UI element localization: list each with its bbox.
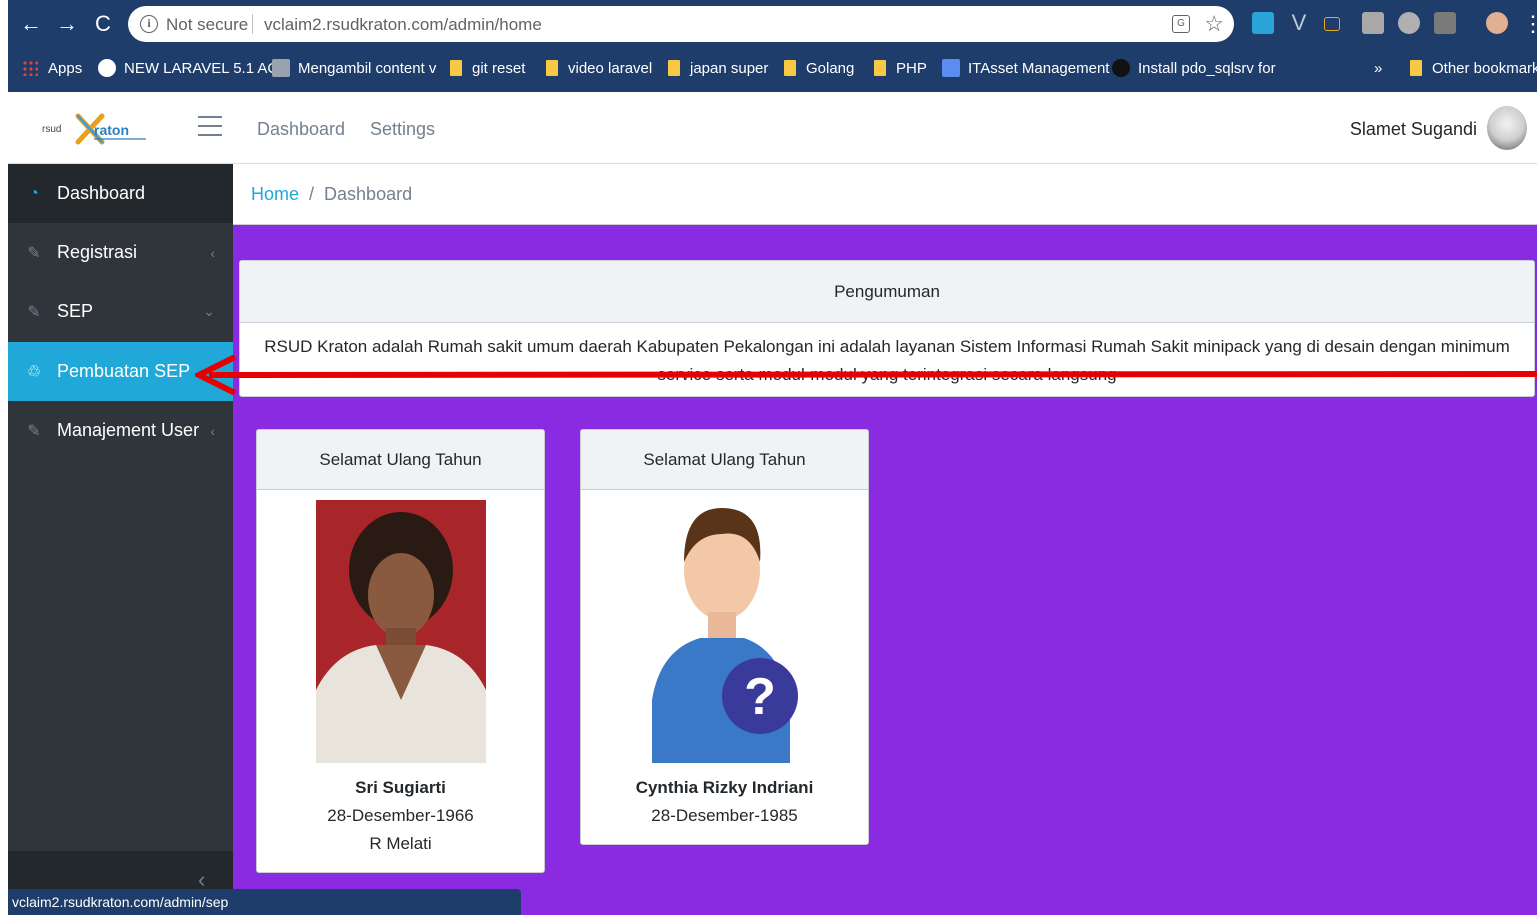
birthday-card-title: Selamat Ulang Tahun [257,430,544,490]
url-text[interactable]: vclaim2.rsudkraton.com/admin/home [264,15,542,35]
wordpress-icon [98,59,116,77]
folder-icon [450,60,462,76]
bookmark-folder[interactable]: git reset [450,57,525,79]
asset-icon [942,59,960,77]
browser-chrome: ← → C i Not secure vclaim2.rsudkraton.co… [8,0,1537,92]
pencil-icon: ✎ [27,422,41,440]
sidebar-item-label: Manajement User [57,420,200,440]
employee-photo [315,500,486,763]
svg-text:rsud: rsud [42,124,61,135]
extension-icon[interactable] [1324,17,1340,31]
unknown-person-placeholder-icon: ? [651,508,798,763]
bookmarks-bar: Apps NEW LARAVEL 5.1 AC Mengambil conten… [8,48,1537,88]
birthday-person-name: Cynthia Rizky Indriani [635,778,814,797]
reload-icon[interactable]: C [88,8,118,40]
browser-toolbar: ← → C i Not secure vclaim2.rsudkraton.co… [8,0,1537,48]
chevron-left-icon: ‹ [210,422,215,439]
sidebar-item-manajement-user[interactable]: ✎ Manajement User ‹ [8,401,233,460]
security-label: Not secure [166,15,249,34]
bookmarks-overflow-button[interactable]: » [1374,57,1382,79]
chevron-down-icon: ⌄ [203,303,215,319]
birthday-card-title: Selamat Ulang Tahun [581,430,868,490]
sidebar-item-label: Dashboard [57,183,146,203]
bookmark-folder[interactable]: video laravel [546,57,652,79]
annotation-arrow [195,355,1537,395]
sidebar-item-registrasi[interactable]: ✎ Registrasi ‹ [8,223,233,282]
announcement-title: Pengumuman [240,261,1534,323]
rsud-kraton-logo[interactable]: rsud raton [42,112,152,146]
birthday-card: Selamat Ulang Tahun ? Cynthia Rizky Indr… [580,429,869,845]
pencil-icon: ✎ [27,303,41,321]
omnibox-divider [252,14,253,34]
profile-avatar-icon[interactable] [1486,12,1508,34]
pdf-extension-icon[interactable] [1362,12,1384,34]
main-content: Pengumuman RSUD Kraton adalah Rumah saki… [233,225,1537,915]
birthday-card: Selamat Ulang Tahun Sri Sugiarti 28-Dese… [256,429,545,873]
github-icon [1112,59,1130,77]
bookmark-item[interactable]: NEW LARAVEL 5.1 AC [98,57,278,79]
bookmark-item[interactable]: Install pdo_sqlsrv for [1112,57,1276,79]
bookmark-folder[interactable]: japan super [668,57,768,79]
apps-grid-icon [22,60,38,76]
speedometer-icon: ◔ [29,184,39,202]
sidebar-item-sep[interactable]: ✎ SEP ⌄ [8,282,233,341]
vue-extension-icon[interactable]: V [1288,12,1310,34]
address-bar[interactable]: i Not secure vclaim2.rsudkraton.com/admi… [128,6,1234,42]
bookmark-folder[interactable]: Golang [784,57,854,79]
svg-text:raton: raton [94,122,129,138]
browser-status-bar: vclaim2.rsudkraton.com/admin/sep [8,889,521,915]
sidebar-item-label: Registrasi [57,242,138,262]
folder-icon [668,60,680,76]
nav-dashboard-link[interactable]: Dashboard [257,119,345,140]
back-arrow-icon[interactable]: ← [16,8,46,40]
birthday-date: 28-Desember-1966 [327,806,474,825]
sidebar-item-dashboard[interactable]: ◔ Dashboard [8,164,233,223]
birthday-unit: R Melati [369,834,432,853]
folder-icon [874,60,886,76]
cart-extension-icon[interactable] [1434,12,1456,34]
menu-kebab-icon[interactable]: ⋮ [1522,8,1537,40]
other-bookmarks-folder[interactable]: Other bookmarks [1410,57,1537,79]
folder-icon [1410,60,1422,76]
sidebar-toggle-button[interactable] [198,116,222,138]
bookmark-folder[interactable]: PHP [874,57,927,79]
page-icon [272,59,290,77]
folder-icon [546,60,558,76]
user-avatar[interactable] [1487,106,1527,150]
info-icon[interactable]: i [140,15,158,33]
breadcrumb: Home / Dashboard [233,164,1537,225]
app-navbar: rsud raton Dashboard Settings Slamet Sug… [8,92,1537,164]
forward-arrow-icon[interactable]: → [52,8,82,40]
sidebar-item-label: SEP [57,301,94,321]
breadcrumb-current: Dashboard [324,183,413,204]
breadcrumb-home-link[interactable]: Home [251,184,299,205]
bookmark-star-icon[interactable]: ☆ [1204,11,1224,37]
extension-icon[interactable] [1252,12,1274,34]
nav-settings-link[interactable]: Settings [370,119,435,140]
bookmark-item[interactable]: ITAsset Management [942,57,1109,79]
translate-icon[interactable]: G [1172,15,1190,33]
extension-icon[interactable] [1398,12,1420,34]
sidebar: ◔ Dashboard ✎ Registrasi ‹ ✎ SEP ⌄ ♲ Pem… [8,164,233,915]
bookmark-item[interactable]: Mengambil content v [272,57,436,79]
user-name[interactable]: Slamet Sugandi [1350,119,1477,140]
folder-icon [784,60,796,76]
svg-text:?: ? [744,668,776,726]
chevron-left-icon: ‹ [210,244,215,261]
birthday-person-name: Sri Sugiarti [355,778,446,797]
breadcrumb-separator: / [309,183,315,204]
sidebar-item-label: Pembuatan SEP [57,361,191,381]
bookmark-apps[interactable]: Apps [22,57,82,79]
pencil-icon: ✎ [27,244,41,262]
birthday-date: 28-Desember-1985 [651,806,798,825]
puzzle-icon: ♲ [26,363,42,381]
